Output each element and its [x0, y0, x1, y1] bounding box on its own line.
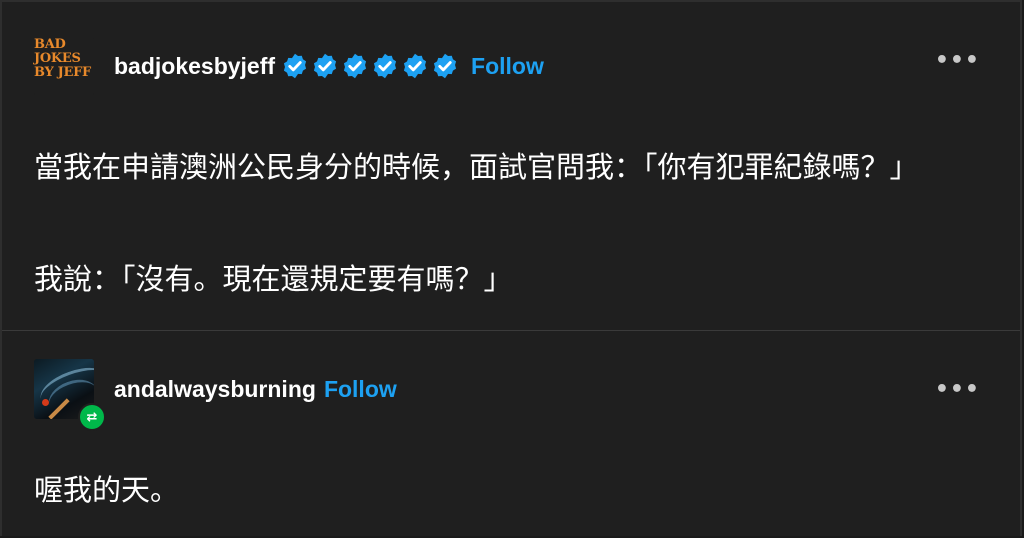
post-paragraph: 喔我的天。: [34, 473, 180, 507]
reblog-icon: ⇄: [78, 403, 106, 431]
avatar-logo-line: JOKES: [34, 51, 81, 66]
verified-badge-icon: [341, 52, 369, 80]
ellipsis-icon[interactable]: •••: [935, 377, 980, 402]
avatar-logo-line: BY JEFF: [34, 65, 91, 80]
post-card: BAD JOKES BY JEFF badjokesbyjeff Follow …: [2, 2, 1020, 331]
blog-username[interactable]: badjokesbyjeff: [114, 53, 275, 80]
blog-username[interactable]: andalwaysburning: [114, 376, 316, 403]
follow-button[interactable]: Follow: [471, 53, 544, 80]
reblog-card: ⇄ andalwaysburning Follow ••• 喔我的天。: [2, 331, 1020, 538]
verified-badge-icon: [311, 52, 339, 80]
verified-badge-icon: [401, 52, 429, 80]
post-paragraph: 當我在申請澳洲公民身分的時候，面試官問我：「你有犯罪紀錄嗎？」: [34, 150, 919, 184]
post-paragraph: 我說：「沒有。現在還規定要有嗎？」: [34, 262, 513, 296]
verified-badge-icon: [431, 52, 459, 80]
blog-avatar[interactable]: ⇄: [34, 359, 106, 431]
verified-badge-icon: [281, 52, 309, 80]
avatar-logo-line: BAD: [34, 37, 66, 52]
post-header: ⇄ andalwaysburning Follow: [34, 359, 397, 431]
blog-avatar[interactable]: BAD JOKES BY JEFF: [34, 36, 94, 96]
verified-badge-icon: [371, 52, 399, 80]
post-header: BAD JOKES BY JEFF badjokesbyjeff Follow: [34, 36, 544, 96]
verified-badges: [281, 52, 459, 80]
ellipsis-icon[interactable]: •••: [935, 48, 980, 73]
follow-button[interactable]: Follow: [324, 376, 397, 403]
feed-frame: BAD JOKES BY JEFF badjokesbyjeff Follow …: [0, 0, 1022, 536]
